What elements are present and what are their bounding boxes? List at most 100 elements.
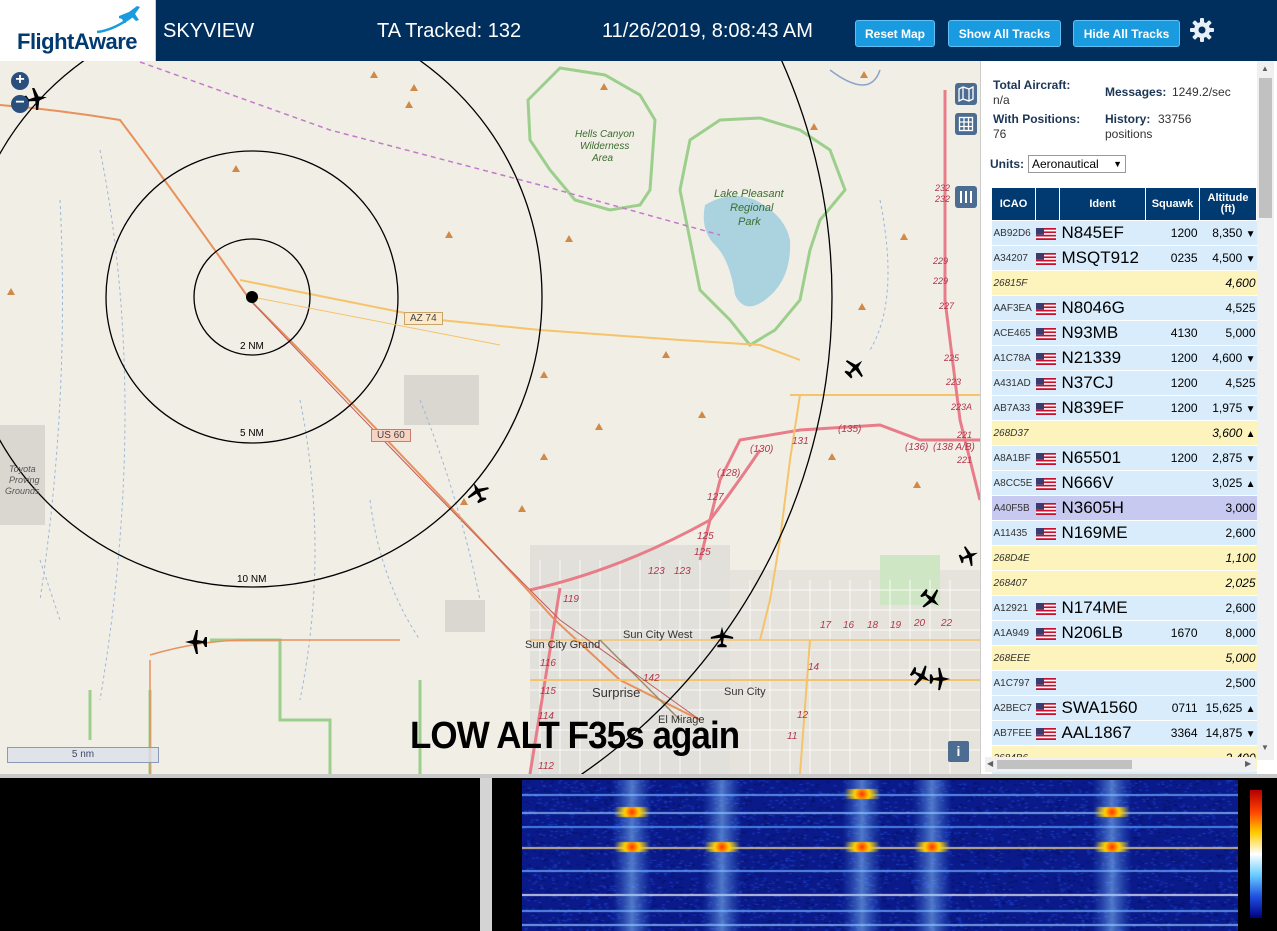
road-number: 123 <box>648 566 665 577</box>
squawk-cell: 0711 <box>1145 695 1200 721</box>
road-number: 232 <box>935 194 951 204</box>
scale-bar: 5 nm <box>7 747 159 763</box>
aircraft-sidebar: Total Aircraft: n/a Messages: 1249.2/sec… <box>980 61 1277 796</box>
vertical-scrollbar[interactable]: ▲ ▼ <box>1257 61 1274 760</box>
altitude-cell: 3,025 ▲ <box>1199 470 1257 496</box>
table-row[interactable]: AAF3EA N8046G 4,525 <box>991 295 1257 321</box>
table-row[interactable]: AB7FEE AAL1867 3364 14,875 ▼ <box>991 720 1257 746</box>
info-icon[interactable]: i <box>948 741 969 762</box>
table-row[interactable]: AB92D6 N845EF 1200 8,350 ▼ <box>991 220 1257 246</box>
altitude-value: 2,600 <box>1225 526 1256 540</box>
ident-cell: N666V <box>1059 470 1146 496</box>
altitude-value: 2,025 <box>1225 576 1256 590</box>
units-select[interactable]: Aeronautical <box>1028 155 1126 173</box>
icao-cell: A34207 <box>991 245 1036 271</box>
table-row[interactable]: A11435 N169ME 2,600 <box>991 520 1257 546</box>
place-label: Lake Pleasant <box>714 188 784 200</box>
altitude-cell: 4,525 <box>1199 370 1257 396</box>
ring-label-5nm: 5 NM <box>240 428 264 439</box>
map-layer-icon[interactable] <box>955 83 977 105</box>
altitude-value: 1,100 <box>1225 551 1256 565</box>
history-unit: positions <box>1105 127 1153 141</box>
aircraft-icon[interactable] <box>918 586 944 612</box>
table-row[interactable]: A40F5B N3605H 3,000 <box>991 495 1257 521</box>
table-row[interactable]: A431AD N37CJ 1200 4,525 <box>991 370 1257 396</box>
aircraft-icon[interactable] <box>709 624 735 650</box>
column-header-flag[interactable] <box>1035 187 1060 221</box>
table-row[interactable]: 268407 2,025 <box>991 570 1257 596</box>
ident-cell: N3605H <box>1059 495 1146 521</box>
table-row[interactable]: A1A949 N206LB 1670 8,000 <box>991 620 1257 646</box>
ident-cell: AAL1867 <box>1059 720 1146 746</box>
us-flag-icon <box>1035 702 1056 715</box>
scrollbar-thumb[interactable] <box>1259 78 1272 218</box>
aircraft-icon[interactable] <box>182 630 210 654</box>
table-row[interactable]: A2BEC7 SWA1560 0711 15,625 ▲ <box>991 695 1257 721</box>
table-row[interactable]: 268D37 3,600 ▲ <box>991 420 1257 446</box>
flag-cell <box>1035 570 1060 596</box>
road-number: 119 <box>563 594 579 605</box>
column-header-altitude[interactable]: Altitude (ft) <box>1199 187 1257 221</box>
icao-cell: AB7A33 <box>991 395 1036 421</box>
road-number: 125 <box>694 547 711 558</box>
table-row[interactable]: 268EEE 5,000 <box>991 645 1257 671</box>
show-all-tracks-button[interactable]: Show All Tracks <box>948 20 1061 47</box>
horizontal-scrollbar[interactable]: ◀ ▶ <box>985 757 1255 772</box>
aircraft-icon[interactable] <box>842 355 868 381</box>
table-row[interactable]: 268D4E 1,100 <box>991 545 1257 571</box>
squawk-cell <box>1145 545 1200 571</box>
map-view[interactable]: 2 NM 5 NM 10 NM Hells Canyon Wilderness … <box>0 61 980 774</box>
road-number: 123 <box>674 566 691 577</box>
zoom-in-icon[interactable]: + <box>11 72 29 90</box>
us-flag-icon <box>1035 377 1056 390</box>
altitude-trend: ▼ <box>1245 404 1256 415</box>
table-row[interactable]: A8CC5E N666V 3,025 ▲ <box>991 470 1257 496</box>
place-label: Park <box>738 216 761 228</box>
table-row[interactable]: A12921 N174ME 2,600 <box>991 595 1257 621</box>
aircraft-icon[interactable] <box>957 544 980 568</box>
flightaware-logo[interactable]: FlightAware <box>0 0 156 61</box>
flag-cell <box>1035 395 1060 421</box>
ident-cell <box>1059 545 1146 571</box>
aircraft-icon[interactable] <box>465 479 491 505</box>
table-row[interactable]: AB7A33 N839EF 1200 1,975 ▼ <box>991 395 1257 421</box>
table-row[interactable]: A1C78A N21339 1200 4,600 ▼ <box>991 345 1257 371</box>
aircraft-icon[interactable] <box>927 666 953 692</box>
gear-icon[interactable] <box>1189 17 1215 43</box>
columns-icon[interactable] <box>955 186 977 208</box>
table-row[interactable]: A8A1BF N65501 1200 2,875 ▼ <box>991 445 1257 471</box>
icao-cell: A1C797 <box>991 670 1036 696</box>
column-header-ident[interactable]: Ident <box>1059 187 1146 221</box>
squawk-cell: 3364 <box>1145 720 1200 746</box>
flag-cell <box>1035 720 1060 746</box>
column-header-icao[interactable]: ICAO <box>991 187 1036 221</box>
table-row[interactable]: 26815F 4,600 <box>991 270 1257 296</box>
altitude-cell: 4,600 <box>1199 270 1257 296</box>
reset-map-button[interactable]: Reset Map <box>855 20 935 47</box>
icao-cell: AB92D6 <box>991 220 1036 246</box>
ident-cell: MSQT912 <box>1059 245 1146 271</box>
altitude-value: 2,500 <box>1225 676 1256 690</box>
current-datetime: 11/26/2019, 8:08:43 AM <box>602 20 813 42</box>
altitude-cell: 3,000 <box>1199 495 1257 521</box>
road-number: 142 <box>643 673 660 684</box>
scrollbar-thumb[interactable] <box>997 760 1132 769</box>
total-aircraft-label: Total Aircraft: <box>993 78 1071 92</box>
hide-all-tracks-button[interactable]: Hide All Tracks <box>1073 20 1180 47</box>
skyview-app: FlightAware SKYVIEW TA Tracked: 132 11/2… <box>0 0 1277 931</box>
squawk-cell: 1200 <box>1145 370 1200 396</box>
zoom-out-icon[interactable]: − <box>11 95 29 113</box>
ident-cell: N169ME <box>1059 520 1146 546</box>
total-aircraft-value: n/a <box>993 93 1010 107</box>
table-row[interactable]: ACE465 N93MB 4130 5,000 <box>991 320 1257 346</box>
altitude-value: 3,025 <box>1212 476 1243 490</box>
aircraft-table-body: AB92D6 N845EF 1200 8,350 ▼ A34207 MSQT912 0235… <box>991 220 1257 796</box>
table-row[interactable]: A1C797 2,500 <box>991 670 1257 696</box>
road-number: 17 <box>820 620 832 631</box>
header-bar: FlightAware SKYVIEW TA Tracked: 132 11/2… <box>0 0 1277 61</box>
grid-icon[interactable] <box>955 113 977 135</box>
ident-cell: SWA1560 <box>1059 695 1146 721</box>
table-row[interactable]: A34207 MSQT912 0235 4,500 ▼ <box>991 245 1257 271</box>
road-number: 12 <box>797 710 809 721</box>
column-header-squawk[interactable]: Squawk <box>1145 187 1200 221</box>
